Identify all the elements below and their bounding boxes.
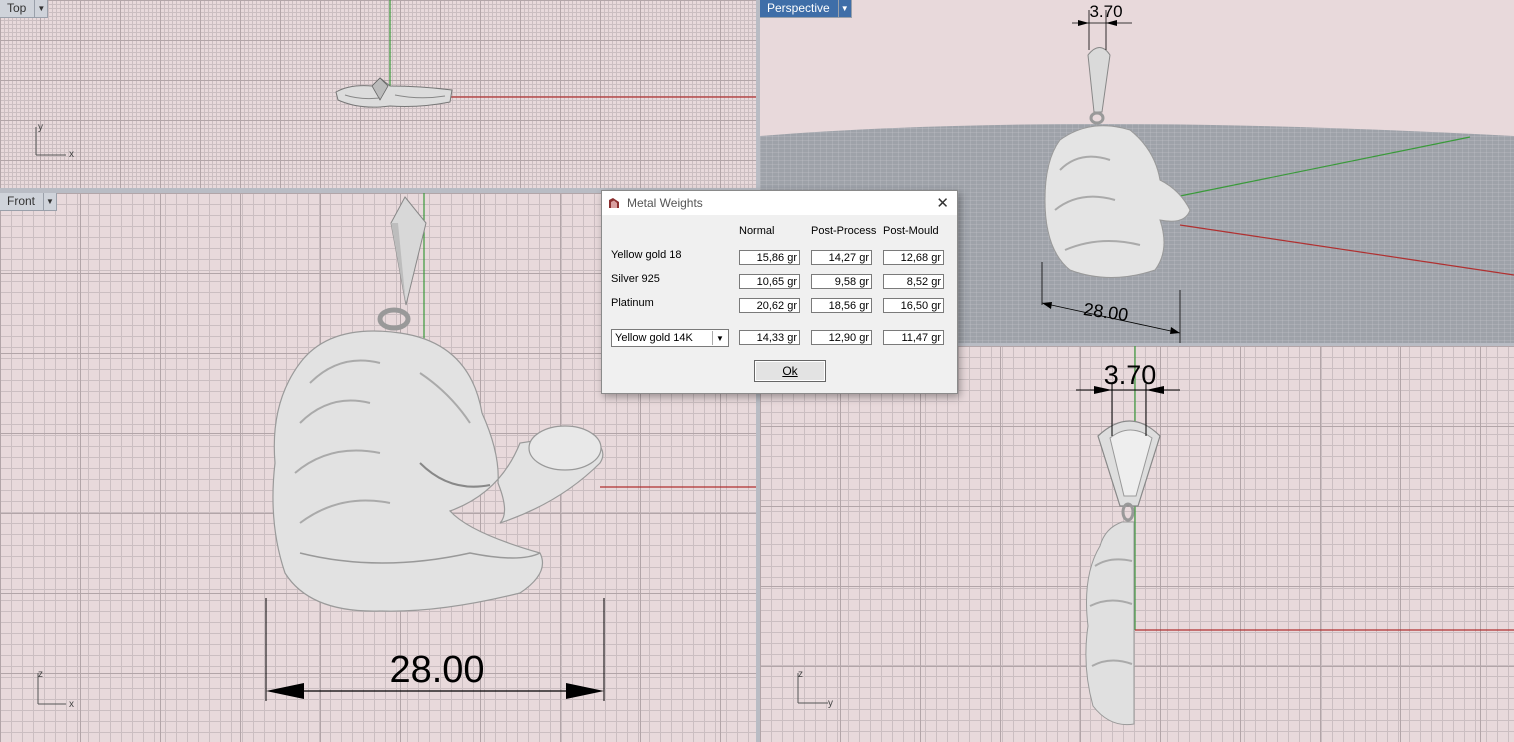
viewport-tab-label: Top	[0, 0, 36, 18]
weight-field[interactable]: 18,56 gr	[811, 298, 872, 313]
viewport-tab-perspective[interactable]: Perspective ▼	[760, 0, 852, 18]
pendant-front-view	[272, 196, 604, 612]
metal-select[interactable]: Yellow gold 14K ▼	[611, 329, 729, 347]
column-header-post-mould: Post-Mould	[883, 225, 939, 237]
chevron-down-icon[interactable]: ▼	[838, 0, 852, 18]
viewport-tab-label: Perspective	[760, 0, 839, 18]
axis-label-z: z	[798, 669, 803, 680]
ok-button[interactable]: Ok	[754, 360, 826, 382]
viewport-tab-front[interactable]: Front ▼	[0, 193, 58, 211]
weight-field[interactable]: 16,50 gr	[883, 298, 944, 313]
viewport-tab-top[interactable]: Top ▼	[0, 0, 49, 18]
metal-select-value: Yellow gold 14K	[615, 332, 693, 344]
column-header-post-process: Post-Process	[811, 225, 877, 237]
column-header-normal: Normal	[739, 225, 775, 237]
metal-label-yellow-gold-18: Yellow gold 18	[611, 249, 682, 261]
ring-icon	[609, 198, 619, 208]
axis-label-y: y	[828, 698, 833, 709]
dimension-text-bail: 3.70	[1104, 360, 1157, 390]
weight-field[interactable]: 10,65 gr	[739, 274, 800, 289]
dimension-text-width: 28.00	[389, 649, 484, 691]
viewport-right[interactable]: 3.70 z y	[760, 346, 1514, 742]
chevron-down-icon[interactable]: ▼	[712, 331, 727, 345]
viewport-top[interactable]: y x Top ▼	[0, 0, 756, 188]
dialog-title: Metal Weights	[627, 196, 703, 210]
ok-button-label: Ok	[782, 364, 798, 378]
viewport-tab-label: Front	[0, 193, 45, 211]
dialog-titlebar[interactable]: Metal Weights	[602, 191, 957, 215]
weight-field[interactable]: 8,52 gr	[883, 274, 944, 289]
metal-label-platinum: Platinum	[611, 297, 654, 309]
axis-label-y: y	[38, 122, 43, 133]
weight-field[interactable]: 14,33 gr	[739, 330, 800, 345]
chevron-down-icon[interactable]: ▼	[44, 193, 58, 211]
dimension-text-bail: 3.70	[1089, 2, 1122, 21]
weight-field[interactable]: 9,58 gr	[811, 274, 872, 289]
top-view-canvas: y x	[35, 0, 756, 160]
weight-field[interactable]: 15,86 gr	[739, 250, 800, 265]
axis-label-x: x	[69, 699, 74, 710]
axis-label-x: x	[69, 149, 74, 160]
right-view-canvas: 3.70 z y	[797, 346, 1514, 726]
pendant-top-view	[335, 77, 453, 108]
metal-weights-dialog[interactable]: Metal Weights ✕ Normal Post-Process Post…	[601, 190, 958, 394]
weight-field[interactable]: 12,68 gr	[883, 250, 944, 265]
close-icon[interactable]: ✕	[936, 194, 949, 212]
pendant-right-view	[1085, 420, 1161, 726]
metal-label-silver-925: Silver 925	[611, 273, 660, 285]
weight-field[interactable]: 14,27 gr	[811, 250, 872, 265]
axis-label-z: z	[38, 669, 43, 680]
weight-field[interactable]: 11,47 gr	[883, 330, 944, 345]
weight-field[interactable]: 12,90 gr	[811, 330, 872, 345]
chevron-down-icon[interactable]: ▼	[35, 0, 49, 18]
weight-field[interactable]: 20,62 gr	[739, 298, 800, 313]
